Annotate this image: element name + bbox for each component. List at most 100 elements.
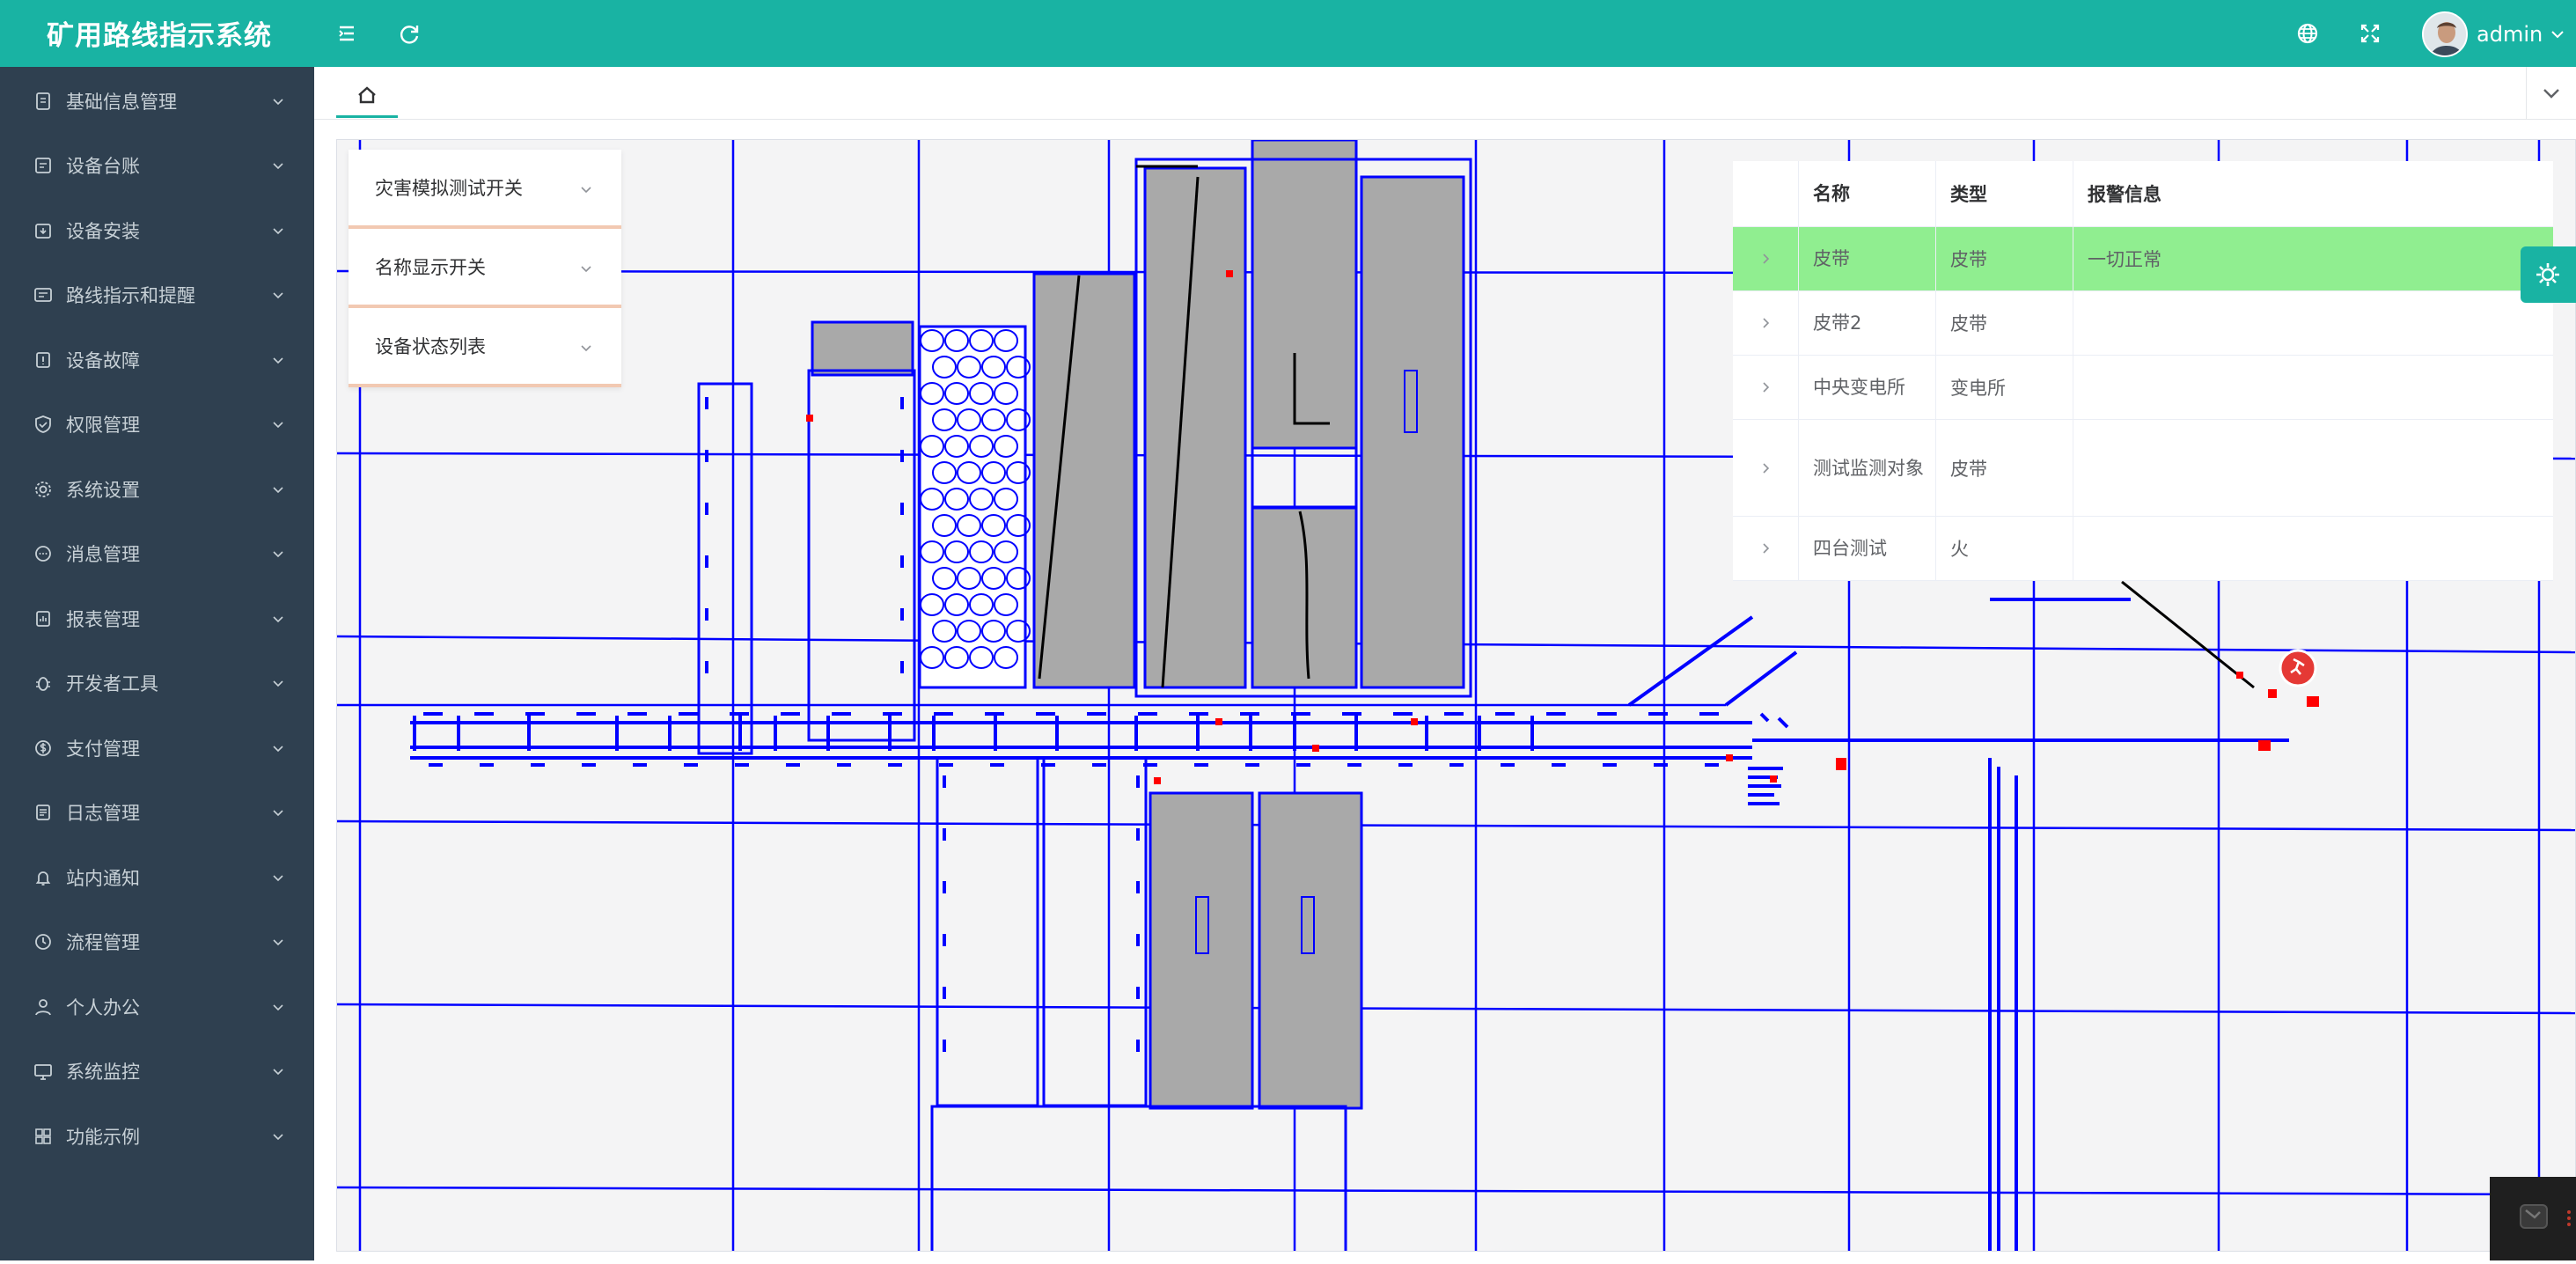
ledger-icon <box>35 158 51 173</box>
report-icon <box>36 610 50 627</box>
fullscreen-icon[interactable] <box>2356 19 2384 48</box>
sidebar-item-11[interactable]: 支付管理 <box>0 716 314 780</box>
language-icon[interactable] <box>2293 19 2322 48</box>
cell-name: 测试监测对象 <box>1799 420 1936 516</box>
fault-icon <box>36 351 50 368</box>
sidebar-item-9[interactable]: 报表管理 <box>0 586 314 650</box>
col-type-header: 类型 <box>1936 161 2073 226</box>
sidebar-item-6[interactable]: 权限管理 <box>0 393 314 457</box>
sidebar-item-7[interactable]: 系统设置 <box>0 457 314 521</box>
chevron-down-icon <box>273 356 283 364</box>
sidebar: 基础信息管理 设备台账 设备安装路线指示和提醒 设备故障权限管理 系统设置 消息管理 报表管… <box>0 67 314 1260</box>
tabs-dropdown-button[interactable] <box>2526 67 2576 120</box>
col-alarm-header: 报警信息 <box>2088 184 2161 205</box>
chevron-down-icon <box>2543 89 2559 99</box>
chevron-down-icon <box>581 187 591 194</box>
username: admin <box>2477 22 2543 47</box>
grid-icon <box>35 1128 51 1144</box>
cell-type: 变电所 <box>1936 356 2073 419</box>
user-menu[interactable]: admin <box>2422 11 2567 58</box>
chevron-down-icon <box>273 745 283 752</box>
dollar-icon <box>35 739 51 756</box>
cell-name: 四台测试 <box>1799 517 1936 580</box>
sidebar-item-14[interactable]: 流程管理 <box>0 910 314 974</box>
bug-icon <box>36 677 50 691</box>
chevron-down-icon <box>273 615 283 622</box>
clock-icon <box>35 934 51 950</box>
sidebar-item-2[interactable]: 设备台账 <box>0 134 314 198</box>
cell-alarm: 一切正常 <box>2088 249 2161 270</box>
panel-toggle-1[interactable]: 灾害模拟测试开关 <box>349 150 621 229</box>
refresh-icon[interactable] <box>395 19 423 48</box>
chevron-right-icon[interactable] <box>1758 380 1772 394</box>
chevron-right-icon[interactable] <box>1758 461 1772 475</box>
chat-widget-button[interactable] <box>2490 1177 2576 1260</box>
cell-type: 皮带 <box>1936 291 2073 355</box>
chevron-down-icon <box>273 874 283 881</box>
sidebar-item-5[interactable]: 设备故障 <box>0 327 314 392</box>
chevron-down-icon <box>273 292 283 299</box>
cell-type: 皮带 <box>1936 227 2073 290</box>
tabs-bar <box>314 67 2576 120</box>
gear-icon <box>2536 263 2559 286</box>
chevron-down-icon <box>273 486 283 493</box>
menu-fold-icon[interactable] <box>333 19 361 48</box>
chevron-down-icon <box>273 163 283 170</box>
sidebar-item-4[interactable]: 路线指示和提醒 <box>0 263 314 327</box>
sidebar-item-3[interactable]: 设备安装 <box>0 198 314 262</box>
tab-home[interactable] <box>336 74 398 118</box>
cell-alarm <box>2073 420 2553 516</box>
cell-alarm <box>2073 517 2553 580</box>
cell-name: 皮带 <box>1799 227 1936 290</box>
sidebar-item-12[interactable]: 日志管理 <box>0 781 314 845</box>
chevron-down-icon <box>273 1003 283 1010</box>
cell-type: 火 <box>1936 517 2073 580</box>
sidebar-item-label: 支付管理 <box>66 738 140 760</box>
chevron-down-icon <box>273 680 283 687</box>
table-row[interactable]: 皮带2 皮带 <box>1733 291 2553 356</box>
sidebar-item-13[interactable]: 站内通知 <box>0 845 314 909</box>
col-name-header: 名称 <box>1799 161 1936 226</box>
panel-toggle-label: 灾害模拟测试开关 <box>375 178 523 199</box>
sidebar-item-label: 功能示例 <box>66 1126 140 1148</box>
avatar <box>2422 11 2468 57</box>
sidebar-item-16[interactable]: 系统监控 <box>0 1040 314 1104</box>
sidebar-item-17[interactable]: 功能示例 <box>0 1104 314 1168</box>
chevron-down-icon <box>581 266 591 273</box>
chevron-right-icon[interactable] <box>1758 541 1772 555</box>
control-panel: 灾害模拟测试开关 名称显示开关 设备状态列表 <box>349 150 621 387</box>
cell-name: 中央变电所 <box>1799 356 1936 419</box>
sidebar-item-label: 路线指示和提醒 <box>66 285 195 306</box>
bell-icon <box>35 871 51 886</box>
panel-toggle-label: 名称显示开关 <box>375 257 486 278</box>
sidebar-item-15[interactable]: 个人办公 <box>0 974 314 1039</box>
panel-toggle-3[interactable]: 设备状态列表 <box>349 308 621 387</box>
chevron-down-icon <box>273 551 283 558</box>
sidebar-item-label: 个人办公 <box>66 996 140 1018</box>
chevron-right-icon[interactable] <box>1758 316 1772 330</box>
table-header: 名称 类型 报警信息 <box>1733 161 2553 227</box>
top-header: 矿用路线指示系统 admin <box>0 0 2576 67</box>
chevron-right-icon[interactable] <box>1758 252 1772 266</box>
sidebar-item-10[interactable]: 开发者工具 <box>0 651 314 716</box>
table-row[interactable]: 四台测试火 <box>1733 517 2553 581</box>
panel-toggle-label: 设备状态列表 <box>375 336 486 357</box>
gear-icon <box>35 481 51 497</box>
cell-name: 皮带2 <box>1799 291 1936 355</box>
sidebar-item-8[interactable]: 消息管理 <box>0 522 314 586</box>
sidebar-item-label: 站内通知 <box>66 867 140 889</box>
table-row[interactable]: 皮带 皮带 一切正常 <box>1733 227 2553 291</box>
table-row[interactable]: 测试监测对象 皮带 <box>1733 420 2553 517</box>
sidebar-item-label: 设备故障 <box>66 349 140 371</box>
shield-icon <box>35 415 51 433</box>
map-buildings <box>811 140 1465 1110</box>
install-icon <box>35 223 51 239</box>
panel-toggle-2[interactable]: 名称显示开关 <box>349 229 621 308</box>
settings-float-button[interactable] <box>2521 246 2576 303</box>
table-row[interactable]: 中央变电所 变电所 <box>1733 356 2553 420</box>
sidebar-item-label: 流程管理 <box>66 932 140 953</box>
chat-icon <box>2520 1204 2571 1229</box>
sidebar-item-label: 日志管理 <box>66 803 140 824</box>
chevron-down-icon <box>273 810 283 817</box>
sidebar-item-1[interactable]: 基础信息管理 <box>0 69 314 133</box>
